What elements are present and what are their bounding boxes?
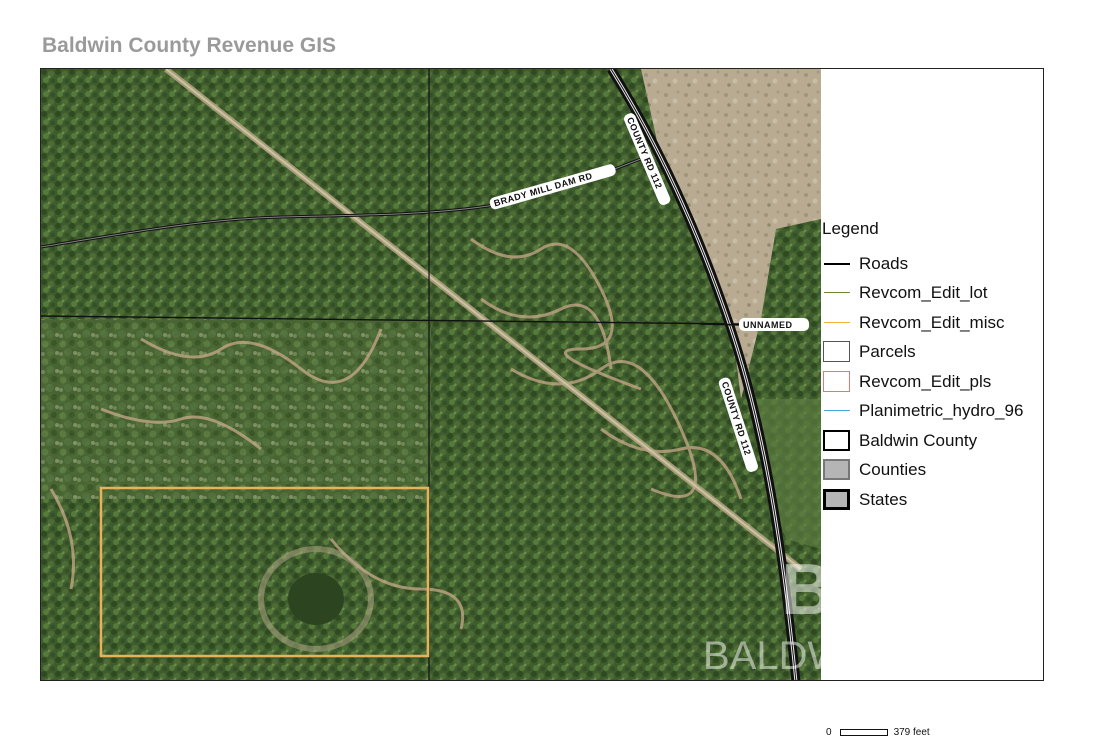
legend-item-label: Planimetric_hydro_96 bbox=[859, 401, 1024, 421]
legend-box-swatch bbox=[822, 458, 852, 482]
scale-end: 379 feet bbox=[893, 726, 930, 738]
legend-box-swatch bbox=[822, 340, 852, 364]
legend-item-label: Revcom_Edit_misc bbox=[859, 312, 1005, 332]
legend-item: Planimetric_hydro_96 bbox=[822, 397, 1043, 427]
map-legend: Legend Roads Revcom_Edit_lot Revcom_Edit_m… bbox=[822, 219, 1043, 515]
svg-text:BALDWIN|MLS: BALDWIN|MLS bbox=[703, 634, 821, 678]
legend-item: Revcom_Edit_misc bbox=[822, 308, 1043, 338]
legend-title: Legend bbox=[822, 219, 879, 238]
legend-box-swatch bbox=[822, 370, 852, 394]
legend-item: Revcom_Edit_lot bbox=[822, 279, 1043, 309]
legend-item: Parcels bbox=[822, 338, 1043, 368]
legend-item: Revcom_Edit_pls bbox=[822, 367, 1043, 397]
legend-item-label: Baldwin County bbox=[859, 430, 978, 450]
legend-item-label: Revcom_Edit_lot bbox=[859, 283, 988, 303]
legend-line-swatch bbox=[822, 252, 852, 276]
legend-item-label: States bbox=[859, 489, 908, 509]
svg-text:BR: BR bbox=[781, 550, 821, 630]
scale-start: 0 bbox=[826, 726, 832, 738]
svg-text:UNNAMED: UNNAMED bbox=[743, 320, 793, 330]
legend-item-label: Parcels bbox=[859, 342, 916, 362]
legend-item-label: Roads bbox=[859, 253, 909, 273]
road-label-unnamed: UNNAMED bbox=[739, 318, 809, 331]
legend-box-swatch bbox=[822, 429, 852, 453]
legend-item-label: Revcom_Edit_pls bbox=[859, 371, 992, 391]
scale-bar-graphic bbox=[839, 728, 888, 736]
legend-line-swatch bbox=[822, 399, 852, 423]
legend-item: Baldwin County bbox=[822, 426, 1043, 456]
map-frame: BRADY MILL DAM RD COUNTY RD 112 UNNAMED … bbox=[40, 68, 1044, 681]
aerial-map[interactable]: BRADY MILL DAM RD COUNTY RD 112 UNNAMED … bbox=[41, 69, 821, 680]
legend-line-swatch bbox=[822, 311, 852, 335]
page-title: Baldwin County Revenue GIS bbox=[42, 34, 337, 57]
legend-item: States bbox=[822, 485, 1043, 515]
legend-line-swatch bbox=[822, 281, 852, 305]
legend-item: Counties bbox=[822, 456, 1043, 486]
tree-cluster bbox=[288, 573, 344, 625]
scale-bar: 0 379 feet bbox=[826, 726, 930, 738]
legend-item-label: Counties bbox=[859, 460, 927, 480]
legend-box-swatch bbox=[822, 488, 852, 512]
legend-item: Roads bbox=[822, 249, 1043, 279]
